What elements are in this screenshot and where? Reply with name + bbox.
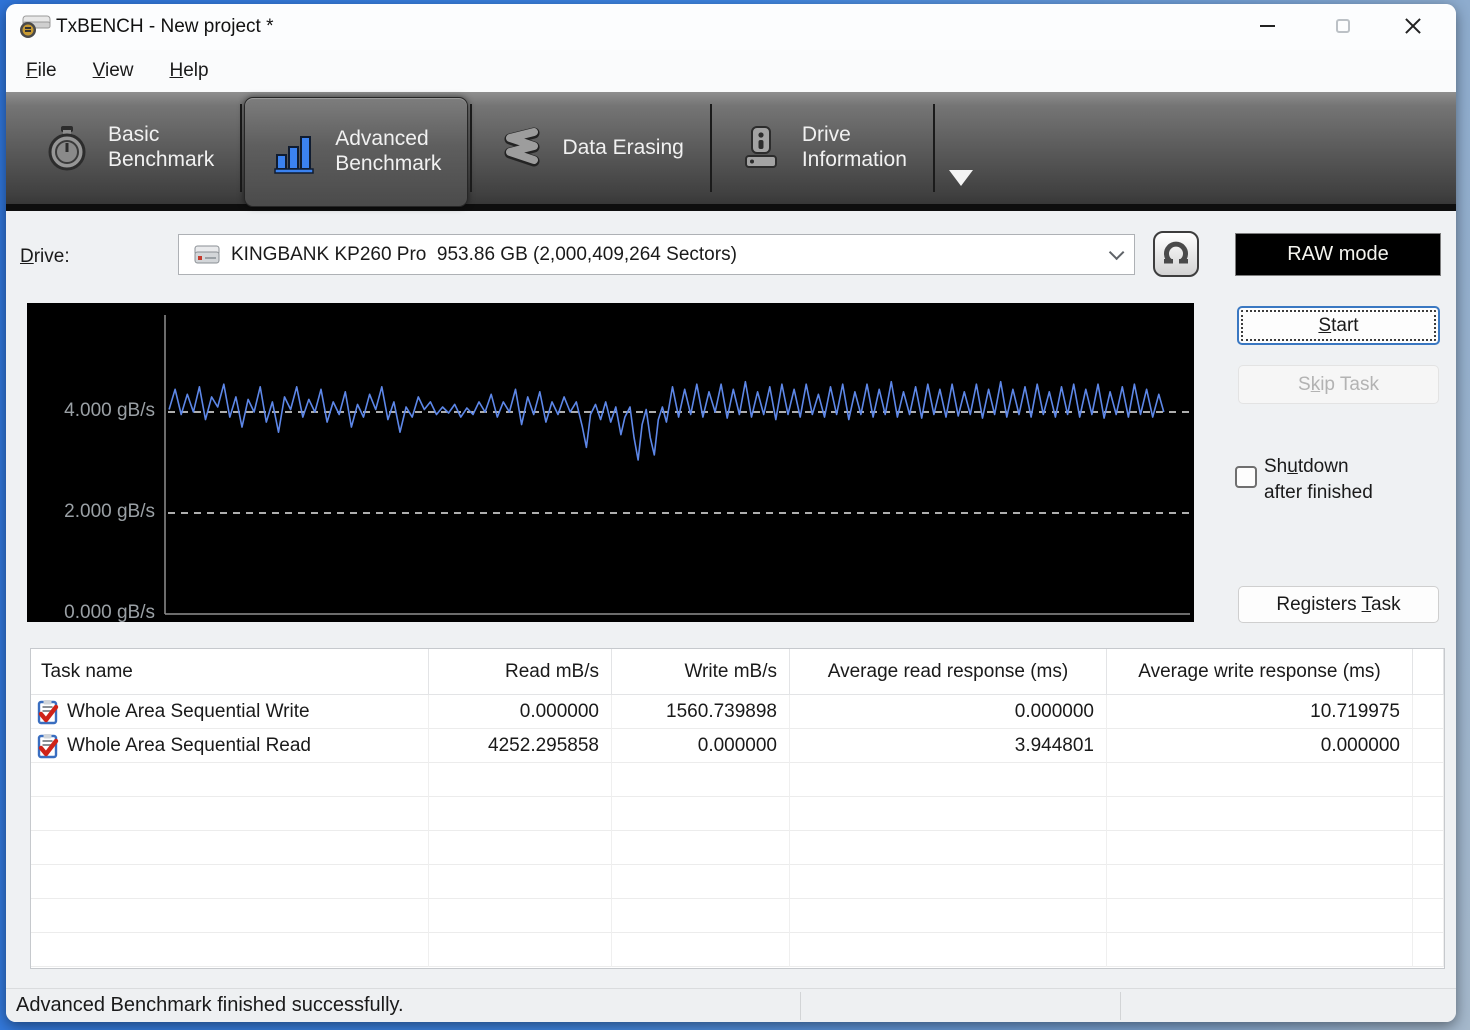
- close-button[interactable]: [1384, 4, 1442, 48]
- table-row-empty: [31, 797, 1444, 831]
- status-message: Advanced Benchmark finished successfully…: [16, 994, 404, 1017]
- toolbar-separator: [933, 104, 935, 192]
- drive-label: Drive:: [20, 246, 70, 268]
- minimize-icon: [1260, 25, 1275, 27]
- column-header-read[interactable]: Read mB/s: [429, 649, 612, 695]
- minimize-button[interactable]: [1238, 4, 1296, 48]
- y-tick-label: 0.000 gB/s: [37, 602, 155, 624]
- shutdown-after-finished-label: Shutdown after finished: [1264, 454, 1373, 506]
- chevron-down-icon: [1109, 245, 1125, 261]
- drive-select[interactable]: KINGBANK KP260 Pro 953.86 GB (2,000,409,…: [178, 234, 1135, 275]
- tab-drive-information[interactable]: DriveInformation: [712, 92, 933, 204]
- window-title: TxBENCH - New project *: [56, 16, 274, 38]
- desktop-taskbar-sliver: [0, 1021, 1470, 1030]
- refresh-drives-button[interactable]: [1153, 231, 1199, 277]
- table-empty-rows: [31, 763, 1444, 967]
- maximize-button[interactable]: [1314, 4, 1372, 48]
- drive-icon: [193, 244, 221, 266]
- task-check-icon: [37, 733, 60, 759]
- skip-task-button[interactable]: Skip Task: [1238, 365, 1439, 404]
- tab-data-erasing[interactable]: Data Erasing: [472, 92, 709, 204]
- column-header-stub: [1413, 649, 1444, 695]
- menu-bar: File View Help: [6, 50, 1456, 92]
- app-icon: [18, 13, 52, 41]
- raw-mode-indicator[interactable]: RAW mode: [1235, 233, 1441, 276]
- table-row-empty: [31, 899, 1444, 933]
- bar-chart-icon: [271, 127, 317, 177]
- toolbar: BasicBenchmark AdvancedBenchmark Data Er…: [6, 92, 1456, 211]
- titlebar[interactable]: TxBENCH - New project *: [6, 4, 1456, 50]
- task-check-icon: [37, 699, 60, 725]
- status-bar: Advanced Benchmark finished successfully…: [6, 988, 1456, 1022]
- drive-info-icon: [738, 123, 784, 173]
- menu-file[interactable]: File: [26, 60, 57, 82]
- toolbar-overflow-caret-icon[interactable]: [949, 170, 973, 186]
- column-header-write[interactable]: Write mB/s: [612, 649, 790, 695]
- table-header-row: Task name Read mB/s Write mB/s Average r…: [31, 649, 1444, 695]
- table-row[interactable]: Whole Area Sequential Read 4252.295858 0…: [31, 729, 1444, 763]
- content-area: Drive: KINGBANK KP260 Pro 953.86 GB (2,0…: [6, 218, 1456, 988]
- menu-help[interactable]: Help: [169, 60, 208, 82]
- close-icon: [1404, 17, 1422, 35]
- status-separator: [1120, 992, 1121, 1020]
- table-row[interactable]: Whole Area Sequential Write 0.000000 156…: [31, 695, 1444, 729]
- column-header-task-name[interactable]: Task name: [31, 649, 429, 695]
- table-row-empty: [31, 865, 1444, 899]
- toolbar-separator: [240, 104, 242, 192]
- stopwatch-icon: [44, 123, 90, 173]
- status-separator: [800, 992, 801, 1020]
- table-row-empty: [31, 831, 1444, 865]
- tab-advanced-benchmark[interactable]: AdvancedBenchmark: [244, 97, 468, 207]
- refresh-icon: [1161, 240, 1191, 268]
- registers-task-button[interactable]: Registers Task: [1238, 586, 1439, 623]
- txbench-window: TxBENCH - New project * File View Help B…: [6, 4, 1456, 1022]
- benchmark-chart-svg: [27, 303, 1194, 622]
- maximize-icon: [1336, 19, 1350, 33]
- column-header-avg-write[interactable]: Average write response (ms): [1107, 649, 1413, 695]
- erase-squiggle-icon: [498, 123, 544, 173]
- start-button[interactable]: Start: [1237, 306, 1440, 345]
- table-row-empty: [31, 933, 1444, 967]
- y-tick-label: 4.000 gB/s: [37, 400, 155, 422]
- shutdown-after-finished-checkbox[interactable]: [1235, 466, 1257, 488]
- task-table: Task name Read mB/s Write mB/s Average r…: [30, 648, 1445, 969]
- drive-selected-text: KINGBANK KP260 Pro 953.86 GB (2,000,409,…: [231, 244, 737, 266]
- tab-basic-benchmark[interactable]: BasicBenchmark: [18, 92, 240, 204]
- table-row-empty: [31, 763, 1444, 797]
- y-tick-label: 2.000 gB/s: [37, 501, 155, 523]
- menu-view[interactable]: View: [93, 60, 134, 82]
- column-header-avg-read[interactable]: Average read response (ms): [790, 649, 1107, 695]
- benchmark-chart: 4.000 gB/s 2.000 gB/s 0.000 gB/s: [27, 303, 1194, 622]
